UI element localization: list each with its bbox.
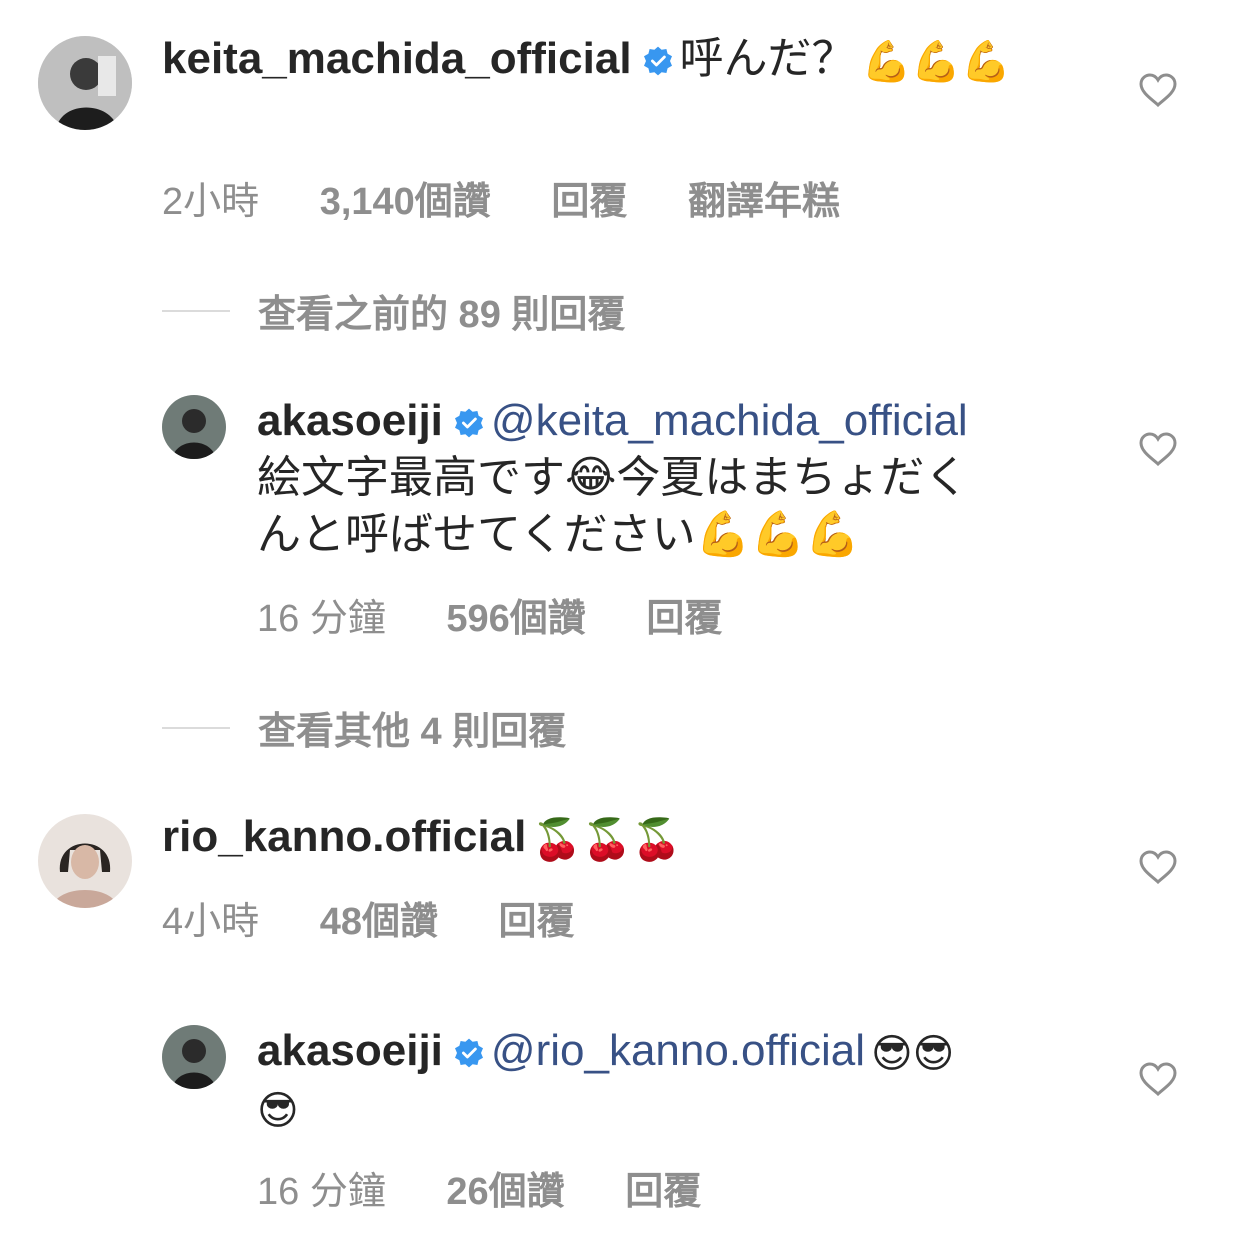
username[interactable]: keita_machida_official bbox=[162, 34, 632, 83]
reply-button[interactable]: 回覆 bbox=[646, 587, 722, 642]
view-previous-replies-button[interactable]: 查看之前的 89 則回覆 bbox=[162, 283, 625, 338]
heart-outline-icon[interactable] bbox=[1139, 1062, 1177, 1096]
mention-link[interactable]: @rio_kanno.official bbox=[491, 1026, 865, 1075]
comment-text-line-2: んと呼ばせてください💪💪💪 bbox=[257, 510, 861, 559]
comment-text-line-1: 絵文字最高です😂今夏はまちょだく bbox=[257, 453, 969, 502]
sunglasses-emoji: 😎 bbox=[257, 1088, 299, 1134]
timestamp: 16 分鐘 bbox=[257, 1171, 386, 1213]
timestamp: 2小時 bbox=[162, 181, 260, 223]
view-replies-label: 查看其他 4 則回覆 bbox=[258, 711, 567, 753]
verified-badge-icon bbox=[454, 408, 483, 438]
likes-count[interactable]: 3,140個讚 bbox=[320, 170, 491, 225]
reply-button[interactable]: 回覆 bbox=[499, 890, 575, 945]
username[interactable]: akasoeiji bbox=[257, 1026, 443, 1075]
likes-count[interactable]: 596個讚 bbox=[446, 587, 585, 642]
view-replies-label: 查看之前的 89 則回覆 bbox=[258, 294, 626, 336]
translate-button[interactable]: 翻譯年糕 bbox=[688, 170, 840, 225]
timestamp: 16 分鐘 bbox=[257, 598, 386, 640]
divider-line bbox=[162, 726, 230, 729]
reply-button[interactable]: 回覆 bbox=[551, 170, 627, 225]
avatar[interactable] bbox=[38, 814, 132, 908]
sunglasses-emoji: 😎😎 bbox=[870, 1031, 955, 1077]
username[interactable]: akasoeiji bbox=[257, 396, 443, 445]
mention-link[interactable]: @keita_machida_official bbox=[491, 396, 968, 445]
heart-outline-icon[interactable] bbox=[1139, 73, 1177, 107]
avatar[interactable] bbox=[162, 1025, 226, 1089]
heart-outline-icon[interactable] bbox=[1139, 850, 1177, 884]
flexed-biceps-emoji: 💪💪💪 bbox=[861, 39, 1011, 85]
avatar[interactable] bbox=[162, 395, 226, 459]
likes-count[interactable]: 26個讚 bbox=[446, 1160, 564, 1215]
divider-line bbox=[162, 309, 230, 312]
username[interactable]: rio_kanno.official bbox=[162, 812, 526, 861]
likes-count[interactable]: 48個讚 bbox=[320, 890, 438, 945]
view-other-replies-button[interactable]: 查看其他 4 則回覆 bbox=[162, 700, 566, 755]
verified-badge-icon bbox=[643, 46, 672, 76]
reply-button[interactable]: 回覆 bbox=[625, 1160, 701, 1215]
cherries-emoji: 🍒🍒🍒 bbox=[532, 817, 682, 863]
verified-badge-icon bbox=[454, 1038, 483, 1068]
avatar[interactable] bbox=[38, 36, 132, 130]
heart-outline-icon[interactable] bbox=[1139, 432, 1177, 466]
timestamp: 4小時 bbox=[162, 901, 260, 943]
comment-text: 呼んだ？ bbox=[679, 34, 856, 83]
